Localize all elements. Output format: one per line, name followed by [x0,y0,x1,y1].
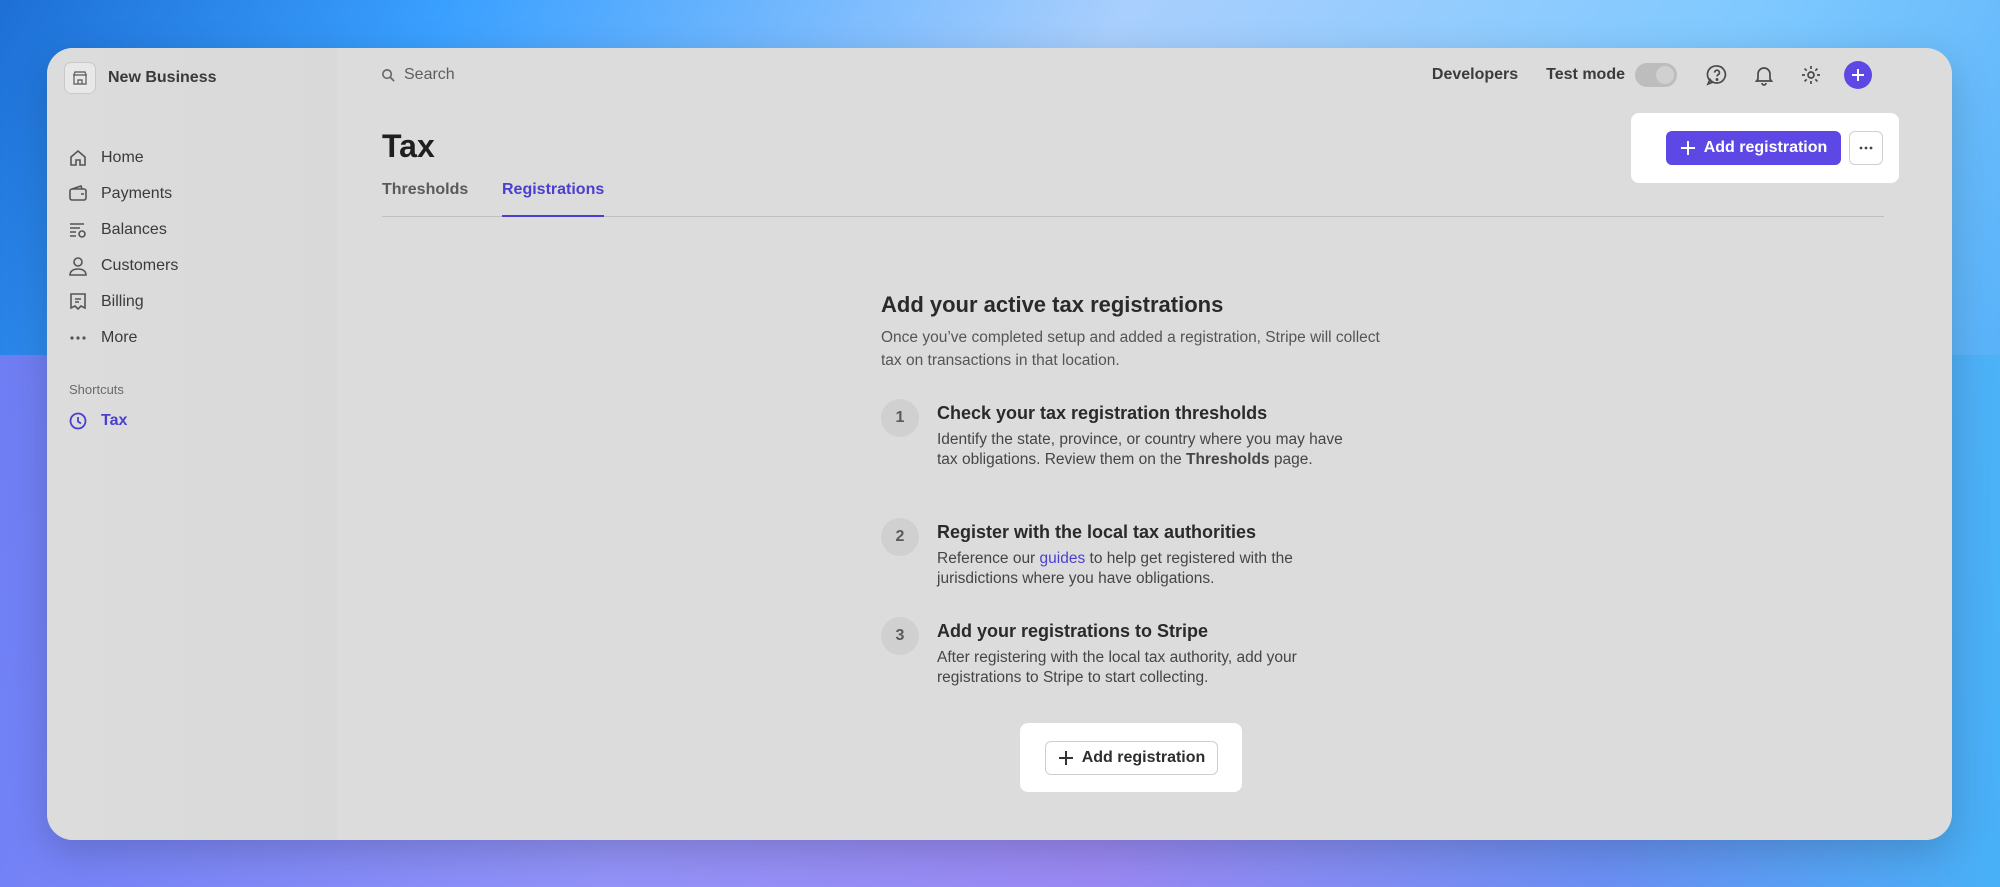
developers-link[interactable]: Developers [1432,66,1518,84]
plus-icon [1680,141,1695,155]
sidebar-item-label: Balances [101,221,167,238]
empty-state-actions: Add registration [1020,723,1242,792]
sidebar-item-home[interactable]: Home [68,140,178,176]
create-plus-icon[interactable] [1844,61,1872,89]
sidebar-item-more[interactable]: More [68,320,178,356]
gear-icon[interactable] [1797,61,1825,89]
step-2: 2 Register with the local tax authoritie… [881,518,1357,589]
search-placeholder: Search [404,66,455,83]
step-title: Register with the local tax authorities [937,522,1257,542]
sidebar-item-balances[interactable]: Balances [68,212,178,248]
store-icon [64,62,96,94]
step-number: 3 [881,617,919,655]
test-mode-toggle[interactable]: Test mode [1546,63,1677,87]
add-registration-button[interactable]: Add registration [1666,131,1841,165]
help-icon[interactable] [1703,61,1731,89]
step-number: 2 [881,518,919,556]
step-text: After registering with the local tax aut… [937,649,1297,686]
home-icon [70,149,86,166]
billing-icon [70,293,86,311]
guides-link[interactable]: guides [1040,550,1086,567]
more-options-button[interactable] [1849,131,1883,165]
app-window: New Business Home Payments Balances Cust… [47,48,1952,840]
clock-icon [69,412,87,430]
sidebar-item-label: Payments [101,185,173,202]
bell-icon[interactable] [1750,61,1778,89]
person-icon [69,257,87,276]
sidebar: New Business Home Payments Balances Cust… [47,48,337,840]
step-title: Check your tax registration thresholds [937,403,1268,423]
search-icon [382,68,395,82]
add-registration-label: Add registration [1081,749,1206,766]
empty-state-heading: Add your active tax registrations [881,292,1224,317]
step-text: Reference our guides to help get registe… [937,550,1293,587]
ellipsis-icon [70,336,86,340]
step-title: Add your registrations to Stripe [937,621,1209,641]
toggle-switch[interactable] [1635,63,1677,87]
sidebar-item-label: Billing [101,293,144,310]
balances-icon [70,223,86,238]
tab-registrations[interactable]: Registrations [502,181,605,217]
empty-state: Add your active tax registrations Once y… [881,292,1401,686]
step-1: 1 Check your tax registration thresholds… [881,399,1357,470]
shortcut-label: Tax [101,412,128,429]
shortcut-item-tax[interactable]: Tax [68,411,127,431]
plus-icon [1058,751,1073,765]
sidebar-item-label: Home [101,149,144,166]
sidebar-item-billing[interactable]: Billing [68,284,178,320]
business-name: New Business [108,69,217,86]
shortcuts-heading: Shortcuts [69,382,124,397]
empty-state-intro: Once you’ve completed setup and added a … [881,329,1380,369]
test-mode-label: Test mode [1546,66,1625,83]
add-registration-label: Add registration [1703,139,1828,156]
sidebar-item-label: Customers [101,257,179,274]
sidebar-item-customers[interactable]: Customers [68,248,178,284]
page-title: Tax [382,128,435,164]
search-input[interactable]: Search [381,66,455,84]
tab-bar: Thresholds Registrations [382,181,1884,217]
header-actions: Add registration [1631,113,1899,183]
step-3: 3 Add your registrations to Stripe After… [881,617,1357,688]
step-text: Identify the state, province, or country… [937,431,1343,468]
tab-thresholds[interactable]: Thresholds [382,181,468,217]
wallet-icon [69,184,87,201]
business-switcher[interactable]: New Business [64,62,216,94]
sidebar-nav: Home Payments Balances Customers Billing… [68,140,178,356]
step-number: 1 [881,399,919,437]
topbar-actions: Developers Test mode [1432,61,1872,89]
ellipsis-icon [1859,146,1873,150]
sidebar-item-payments[interactable]: Payments [68,176,178,212]
sidebar-item-label: More [101,329,138,346]
add-registration-button[interactable]: Add registration [1045,741,1218,775]
